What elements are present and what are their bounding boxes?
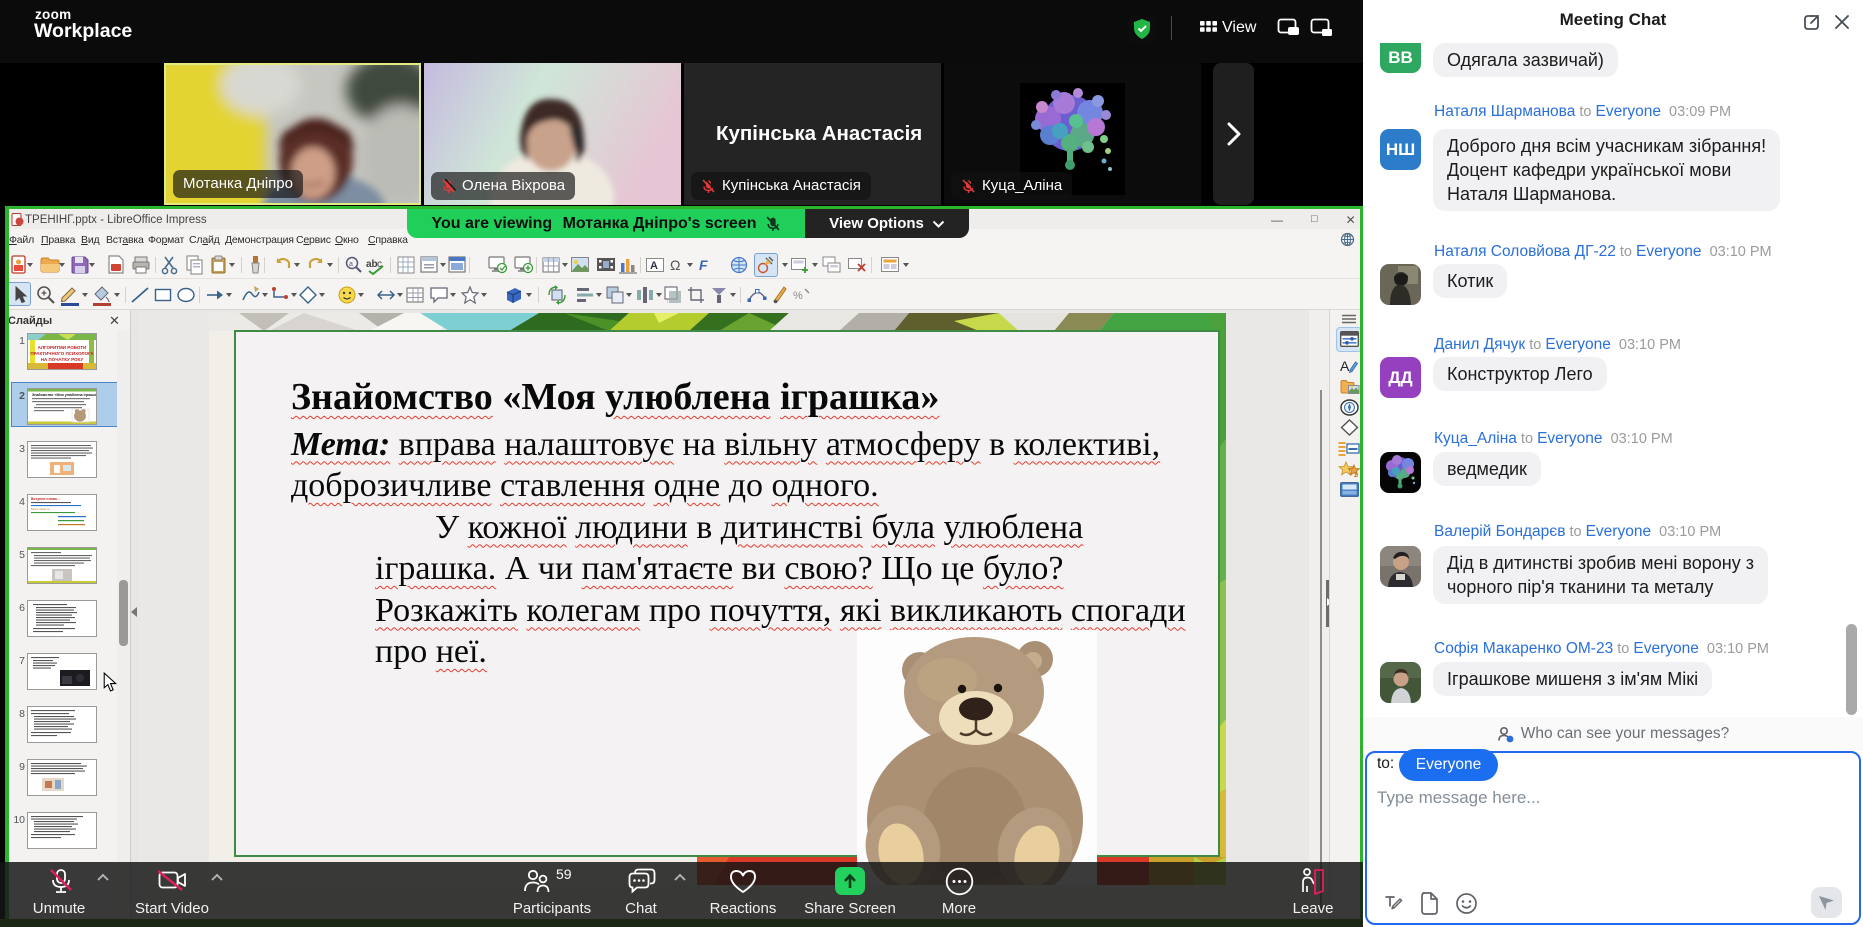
svg-text:A: A — [1340, 358, 1350, 374]
svg-text:Ω: Ω — [670, 257, 680, 273]
svg-text:%: % — [793, 290, 803, 302]
svg-text:Вступне слово...: Вступне слово... — [31, 497, 60, 501]
svg-text:2: 2 — [1354, 472, 1358, 478]
svg-text:Мета заняття: Мета заняття — [31, 507, 50, 511]
svg-text:a: a — [349, 261, 353, 268]
svg-text:F: F — [699, 257, 708, 273]
svg-text:АЛГОРИТМИ РОБОТИ: АЛГОРИТМИ РОБОТИ — [38, 345, 87, 350]
svg-text:A: A — [650, 260, 658, 272]
svg-text:ПРАКТИЧНОГО ПСИХОЛОГА: ПРАКТИЧНОГО ПСИХОЛОГА — [30, 351, 94, 356]
svg-text:ab: ab — [366, 259, 378, 270]
svg-text:НА ПОЧАТКУ РОКУ: НА ПОЧАТКУ РОКУ — [41, 357, 84, 362]
svg-text:Знайомство «Моя улюблена іграш: Знайомство «Моя улюблена іграшка» — [32, 393, 96, 397]
